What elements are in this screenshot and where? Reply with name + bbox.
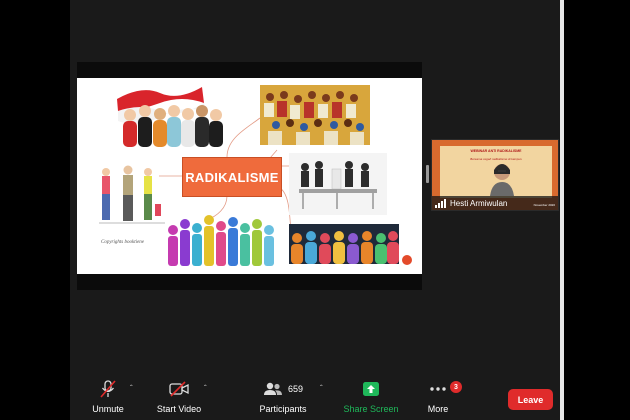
start-video-button[interactable]: Start Video [150,378,208,414]
participants-icon [263,382,282,395]
colorful-crowd-silhouettes [168,215,274,266]
more-dots-icon [430,387,446,391]
share-screen-label: Share Screen [343,404,399,414]
share-screen-icon [363,382,379,396]
background-title: WEBINAR ANTI RADIKALISME [470,149,522,153]
participants-label: Participants [259,404,307,414]
split-resize-handle[interactable] [426,165,429,183]
slide-page-marker [402,255,412,265]
meeting-toolbar: Unmute ˆ Start Video ˆ 659 Participants … [70,372,560,420]
participant-video-tile[interactable]: WEBINAR ANTI RADIKALISME Bersama cegah r… [431,139,559,211]
participant-name: Hesti Armiwulan [450,198,508,208]
video-options-chevron-icon[interactable]: ˆ [204,384,207,393]
start-video-label: Start Video [156,404,202,414]
unmute-label: Unmute [92,404,124,414]
leave-button[interactable]: Leave [508,389,553,410]
audio-options-chevron-icon[interactable]: ˆ [130,384,133,393]
participants-options-chevron-icon[interactable]: ˆ [320,384,323,393]
signal-strength-icon [435,198,446,208]
video-camera-off-icon [169,381,189,397]
students-illustration [99,165,165,224]
window-edge [560,0,564,420]
unmute-button[interactable]: Unmute [86,378,130,414]
more-button[interactable]: More [422,378,454,414]
center-title-box: RADIKALISME [182,157,282,197]
participant-video-feed [490,164,514,196]
background-date: November 2020 [533,203,555,207]
share-screen-button[interactable]: Share Screen [340,378,402,414]
participants-button[interactable]: 659 Participants [254,378,312,414]
shared-screen: RADIKALISME Copyrights booktiene [77,62,422,290]
slide-caption: Copyrights booktiene [101,240,144,245]
crowd-painting-image [260,85,370,145]
microphone-muted-icon [100,380,116,398]
participants-count: 659 [287,384,304,394]
diverse-people-blocks [289,224,399,264]
meeting-people-photo [289,153,387,215]
more-notification-badge: 3 [450,381,462,393]
more-label: More [427,404,449,414]
presentation-slide: RADIKALISME Copyrights booktiene [77,78,422,274]
people-diversity-illustration [117,87,223,147]
